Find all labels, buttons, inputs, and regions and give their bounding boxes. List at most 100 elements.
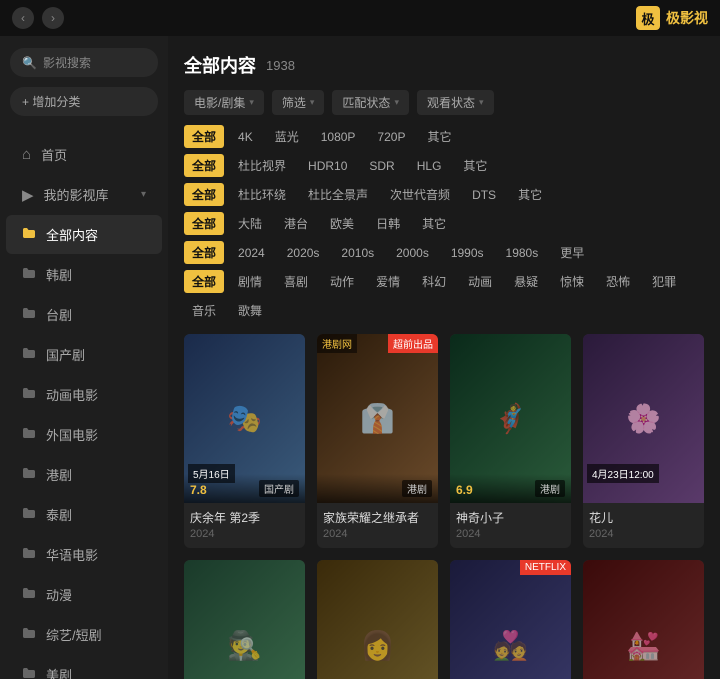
tag-动作[interactable]: 动作: [322, 270, 362, 293]
tag-全部[interactable]: 全部: [184, 154, 224, 177]
tag-蓝光[interactable]: 蓝光: [267, 125, 307, 148]
rating-badge: 6.9: [456, 483, 473, 497]
sidebar-item-variety[interactable]: 综艺/短剧: [6, 615, 162, 654]
tag-全部[interactable]: 全部: [184, 241, 224, 264]
sidebar-item-chinese-movie[interactable]: 华语电影: [6, 535, 162, 574]
tag-日韩[interactable]: 日韩: [368, 212, 408, 235]
media-card-3[interactable]: 🦸 6.9 港剧 神奇小子 2024: [450, 334, 571, 548]
tag-音乐[interactable]: 音乐: [184, 299, 224, 322]
media-grid: 🎭 5月16日 7.8 国产剧 庆余年 第2季 2024 👔 超前出品港剧网 港…: [184, 334, 704, 679]
tag-全部[interactable]: 全部: [184, 183, 224, 206]
tag-恐怖[interactable]: 恐怖: [598, 270, 638, 293]
search-icon: 🔍: [22, 56, 37, 70]
sidebar-item-hk-drama[interactable]: 港剧: [6, 455, 162, 494]
sidebar-item-anime[interactable]: 动漫: [6, 575, 162, 614]
sidebar-item-anime-movie[interactable]: 动画电影: [6, 375, 162, 414]
card-overlay: 6.9 港剧: [450, 474, 571, 503]
tag-动画[interactable]: 动画: [460, 270, 500, 293]
filter-match-status[interactable]: 匹配状态▾: [332, 90, 409, 115]
tag-剧情[interactable]: 剧情: [230, 270, 270, 293]
tag-次世代音频[interactable]: 次世代音频: [382, 183, 458, 206]
media-year: 2024: [323, 528, 432, 540]
sidebar-item-foreign-movie[interactable]: 外国电影: [6, 415, 162, 454]
sidebar-item-taiwan-drama[interactable]: 台剧: [6, 295, 162, 334]
tag-港台[interactable]: 港台: [276, 212, 316, 235]
tag-2000s[interactable]: 2000s: [388, 243, 437, 263]
tag-更早[interactable]: 更早: [552, 241, 592, 264]
tag-HDR10[interactable]: HDR10: [300, 156, 355, 176]
back-button[interactable]: ‹: [12, 7, 34, 29]
tag-2020s[interactable]: 2020s: [279, 243, 328, 263]
tag-欧美[interactable]: 欧美: [322, 212, 362, 235]
tag-2010s[interactable]: 2010s: [333, 243, 382, 263]
filter-type[interactable]: 电影/剧集▾: [184, 90, 264, 115]
channel-badge: 港剧网: [317, 334, 357, 353]
logo-icon: 极: [636, 6, 660, 30]
content-count: 1938: [266, 58, 295, 73]
sidebar-label-all-content: 全部内容: [46, 225, 98, 244]
media-card-2[interactable]: 👔 超前出品港剧网 港剧 家族荣耀之继承者 2024: [317, 334, 438, 548]
tag-爱情[interactable]: 爱情: [368, 270, 408, 293]
tag-其它[interactable]: 其它: [419, 125, 459, 148]
media-card-5[interactable]: 🕵 冲天奇案2 2024: [184, 560, 305, 679]
sidebar-icon-my-library: ▶: [22, 186, 34, 204]
tag-其它[interactable]: 其它: [455, 154, 495, 177]
filter-filter[interactable]: 筛选▾: [272, 90, 325, 115]
sidebar-item-home[interactable]: ⌂ 首页: [6, 135, 162, 174]
tag-row-resolution: 全部 4K 蓝光 1080P720P 其它: [184, 125, 704, 148]
sidebar-item-all-content[interactable]: 全部内容: [6, 215, 162, 254]
search-bar[interactable]: 🔍 影视搜索: [10, 48, 158, 77]
media-card-7[interactable]: 💑 NETFLIX 爱情公寓 2024: [450, 560, 571, 679]
titlebar: ‹ › 极 极影视: [0, 0, 720, 36]
filter-label: 观看状态: [427, 94, 475, 111]
tag-720P[interactable]: 720P: [369, 127, 413, 147]
tag-SDR[interactable]: SDR: [361, 156, 402, 176]
folder-icon: [22, 346, 36, 363]
top-badge: NETFLIX: [520, 560, 571, 575]
tag-其它[interactable]: 其它: [414, 212, 454, 235]
tag-科幻[interactable]: 科幻: [414, 270, 454, 293]
folder-icon: [22, 466, 36, 483]
tag-歌舞[interactable]: 歌舞: [230, 299, 270, 322]
add-category-button[interactable]: + 增加分类: [10, 87, 158, 116]
tag-全部[interactable]: 全部: [184, 270, 224, 293]
media-card-1[interactable]: 🎭 5月16日 7.8 国产剧 庆余年 第2季 2024: [184, 334, 305, 548]
chevron-down-icon: ▾: [394, 97, 399, 108]
filter-label: 电影/剧集: [194, 94, 245, 111]
forward-button[interactable]: ›: [42, 7, 64, 29]
media-thumbnail: 🦸 6.9 港剧: [450, 334, 571, 503]
sidebar-label-anime: 动漫: [46, 585, 72, 604]
tag-杜比全景声[interactable]: 杜比全景声: [300, 183, 376, 206]
tag-2024[interactable]: 2024: [230, 243, 273, 263]
tag-DTS[interactable]: DTS: [464, 185, 504, 205]
poster-emoji: 💑: [450, 560, 571, 679]
tag-1980s[interactable]: 1980s: [498, 243, 547, 263]
tag-全部[interactable]: 全部: [184, 212, 224, 235]
media-card-6[interactable]: 👩 某某 2024: [317, 560, 438, 679]
sidebar-item-my-library[interactable]: ▶ 我的影视库 ▾: [6, 175, 162, 214]
tag-1080P[interactable]: 1080P: [313, 127, 364, 147]
tag-全部[interactable]: 全部: [184, 125, 224, 148]
folder-icon: [22, 226, 36, 243]
tag-杜比视界[interactable]: 杜比视界: [230, 154, 294, 177]
card-overlay: 7.8 国产剧: [184, 474, 305, 503]
tag-大陆[interactable]: 大陆: [230, 212, 270, 235]
tag-犯罪[interactable]: 犯罪: [644, 270, 684, 293]
tag-4K[interactable]: 4K: [230, 127, 261, 147]
sidebar-item-korean-drama[interactable]: 韩剧: [6, 255, 162, 294]
sidebar-item-chinese-drama[interactable]: 国产剧: [6, 335, 162, 374]
media-card-8[interactable]: 💒 婚礼 2024: [583, 560, 704, 679]
tag-1990s[interactable]: 1990s: [443, 243, 492, 263]
sidebar-item-us-drama[interactable]: 美剧: [6, 655, 162, 679]
tag-惊悚[interactable]: 惊悚: [552, 270, 592, 293]
sidebar-label-taiwan-drama: 台剧: [46, 305, 72, 324]
tag-喜剧[interactable]: 喜剧: [276, 270, 316, 293]
media-card-4[interactable]: 🌸 4月23日12:00 花儿 2024: [583, 334, 704, 548]
tag-悬疑[interactable]: 悬疑: [506, 270, 546, 293]
filter-watch-status[interactable]: 观看状态▾: [417, 90, 494, 115]
tag-HLG[interactable]: HLG: [409, 156, 450, 176]
tag-其它[interactable]: 其它: [510, 183, 550, 206]
sidebar-label-chinese-movie: 华语电影: [46, 545, 98, 564]
tag-杜比环绕[interactable]: 杜比环绕: [230, 183, 294, 206]
sidebar-item-thai-drama[interactable]: 泰剧: [6, 495, 162, 534]
